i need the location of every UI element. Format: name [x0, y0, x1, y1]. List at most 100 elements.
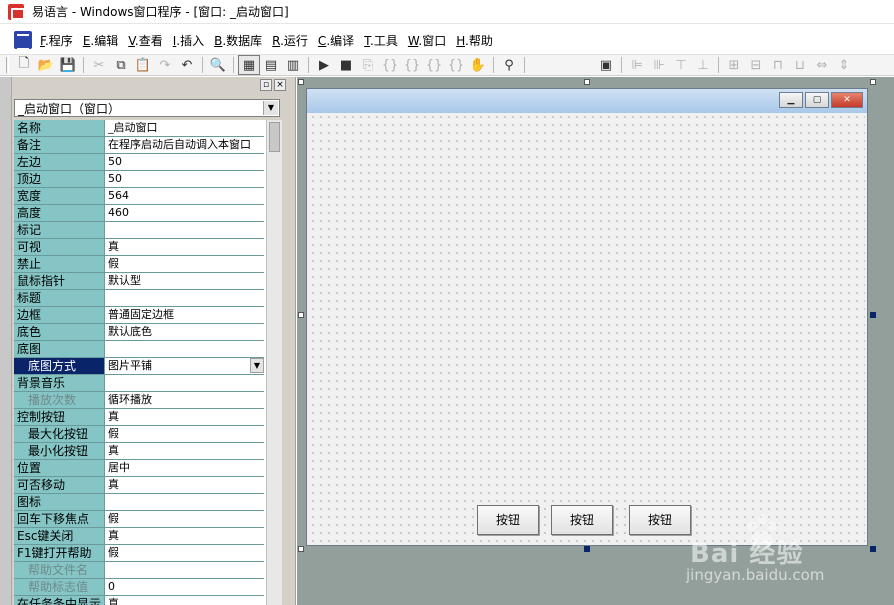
chevron-down-icon[interactable]: ▼: [250, 358, 264, 373]
panel-restore-icon[interactable]: ▫: [260, 79, 272, 91]
property-value[interactable]: [105, 341, 264, 357]
property-value[interactable]: 假: [105, 256, 264, 272]
object-selector[interactable]: _启动窗口（窗口） ▼: [14, 99, 280, 117]
chevron-down-icon[interactable]: ▼: [263, 101, 278, 115]
property-value[interactable]: [105, 562, 264, 578]
undo-icon[interactable]: ↶: [176, 55, 198, 75]
property-row[interactable]: 背景音乐: [14, 375, 264, 392]
spacing-v-icon[interactable]: ⇕: [833, 55, 855, 75]
property-row[interactable]: 帮助标志值 0: [14, 579, 264, 596]
cut-icon[interactable]: ✂: [88, 55, 110, 75]
pause-icon[interactable]: ✋: [467, 55, 489, 75]
form-button-1[interactable]: 按钮: [477, 505, 539, 535]
property-value[interactable]: [105, 290, 264, 306]
property-value[interactable]: [105, 222, 264, 238]
form-icon[interactable]: ▣: [595, 55, 617, 75]
resize-handle[interactable]: [584, 79, 590, 85]
run-icon[interactable]: ▶: [313, 55, 335, 75]
property-row[interactable]: 备注 在程序启动后自动调入本窗口: [14, 137, 264, 154]
resize-handle[interactable]: [870, 312, 876, 318]
property-value[interactable]: 真: [105, 443, 264, 459]
panel-close-icon[interactable]: ×: [274, 79, 286, 91]
property-value[interactable]: 默认底色: [105, 324, 264, 340]
property-value[interactable]: 在程序启动后自动调入本窗口: [105, 137, 264, 153]
property-row[interactable]: 最大化按钮假: [14, 426, 264, 443]
spacing-icon[interactable]: ⊔: [789, 55, 811, 75]
menu-compile[interactable]: C.编译: [316, 30, 356, 51]
property-row[interactable]: 控制按钮真: [14, 409, 264, 426]
form-client-area[interactable]: 按钮 按钮 按钮: [309, 113, 865, 543]
property-row[interactable]: 在任务条中显示真: [14, 596, 264, 605]
property-row[interactable]: 标题: [14, 290, 264, 307]
copy-icon[interactable]: ⧉: [110, 55, 132, 75]
menu-program[interactable]: F.程序: [38, 30, 75, 51]
resize-handle[interactable]: [870, 79, 876, 85]
menu-edit[interactable]: E.编辑: [81, 30, 120, 51]
property-value[interactable]: 真: [105, 528, 264, 544]
designed-form[interactable]: ▁ ▢ ✕ 按钮 按钮 按钮: [306, 88, 868, 546]
align-left-icon[interactable]: ⊫: [626, 55, 648, 75]
toolbar-grip[interactable]: [6, 57, 9, 73]
distribute-icon[interactable]: ⊓: [767, 55, 789, 75]
step-in-icon[interactable]: {}: [379, 55, 401, 75]
property-row[interactable]: 图标: [14, 494, 264, 511]
step-icon[interactable]: ⎘: [357, 55, 379, 75]
property-value[interactable]: 0: [105, 579, 264, 595]
property-row[interactable]: 名称 _启动窗口: [14, 120, 264, 137]
form-button-2[interactable]: 按钮: [551, 505, 613, 535]
same-width-icon[interactable]: ⊞: [723, 55, 745, 75]
property-value[interactable]: 居中: [105, 460, 264, 476]
form-button-3[interactable]: 按钮: [629, 505, 691, 535]
paste-icon[interactable]: 📋: [132, 55, 154, 75]
property-row[interactable]: 播放次数 循环播放: [14, 392, 264, 409]
property-row[interactable]: 帮助文件名: [14, 562, 264, 579]
property-value[interactable]: 564: [105, 188, 264, 204]
property-row[interactable]: 可否移动真: [14, 477, 264, 494]
menu-window[interactable]: W.窗口: [406, 30, 448, 51]
property-row[interactable]: 底图方式 图片平铺 ▼: [14, 358, 264, 375]
form-caption-bar[interactable]: ▁ ▢ ✕: [307, 89, 867, 113]
align-middle-icon[interactable]: ⊥: [692, 55, 714, 75]
menu-tools[interactable]: T.工具: [362, 30, 400, 51]
property-row[interactable]: 鼠标指针 默认型: [14, 273, 264, 290]
menu-insert[interactable]: I.插入: [171, 30, 206, 51]
step-back-icon[interactable]: {}: [445, 55, 467, 75]
property-value[interactable]: 真: [105, 477, 264, 493]
step-over-icon[interactable]: {}: [423, 55, 445, 75]
open-file-icon[interactable]: 📂: [35, 55, 57, 75]
property-value[interactable]: 50: [105, 171, 264, 187]
property-row[interactable]: 最小化按钮真: [14, 443, 264, 460]
property-row[interactable]: 禁止假: [14, 256, 264, 273]
align-top-icon[interactable]: ⊤: [670, 55, 692, 75]
resize-handle[interactable]: [870, 546, 876, 552]
resize-handle[interactable]: [584, 546, 590, 552]
minimize-icon[interactable]: ▁: [779, 92, 803, 108]
property-value[interactable]: 图片平铺 ▼: [105, 358, 264, 374]
property-value[interactable]: 真: [105, 596, 264, 605]
property-row[interactable]: 高度 460: [14, 205, 264, 222]
property-row[interactable]: 底图: [14, 341, 264, 358]
resize-handle[interactable]: [298, 546, 304, 552]
stop-icon[interactable]: ■: [335, 55, 357, 75]
menu-run[interactable]: R.运行: [270, 30, 310, 51]
property-row[interactable]: 底色 默认底色: [14, 324, 264, 341]
property-value[interactable]: 循环播放: [105, 392, 264, 408]
property-row[interactable]: 顶边 50: [14, 171, 264, 188]
align-center-icon[interactable]: ⊪: [648, 55, 670, 75]
property-value[interactable]: 默认型: [105, 273, 264, 289]
property-value[interactable]: 假: [105, 545, 264, 561]
layout-2-icon[interactable]: ▤: [260, 55, 282, 75]
property-value[interactable]: 真: [105, 239, 264, 255]
menu-help[interactable]: H.帮助: [454, 30, 495, 51]
menu-logo-icon[interactable]: [14, 31, 32, 50]
property-value[interactable]: 460: [105, 205, 264, 221]
property-value[interactable]: 假: [105, 426, 264, 442]
property-value[interactable]: 50: [105, 154, 264, 170]
resize-handle[interactable]: [298, 312, 304, 318]
property-row[interactable]: 左边 50: [14, 154, 264, 171]
resize-handle[interactable]: [298, 79, 304, 85]
layout-1-icon[interactable]: ▦: [238, 55, 260, 75]
property-row[interactable]: 回车下移焦点假: [14, 511, 264, 528]
layout-3-icon[interactable]: ▥: [282, 55, 304, 75]
scrollbar-thumb[interactable]: [269, 122, 280, 152]
